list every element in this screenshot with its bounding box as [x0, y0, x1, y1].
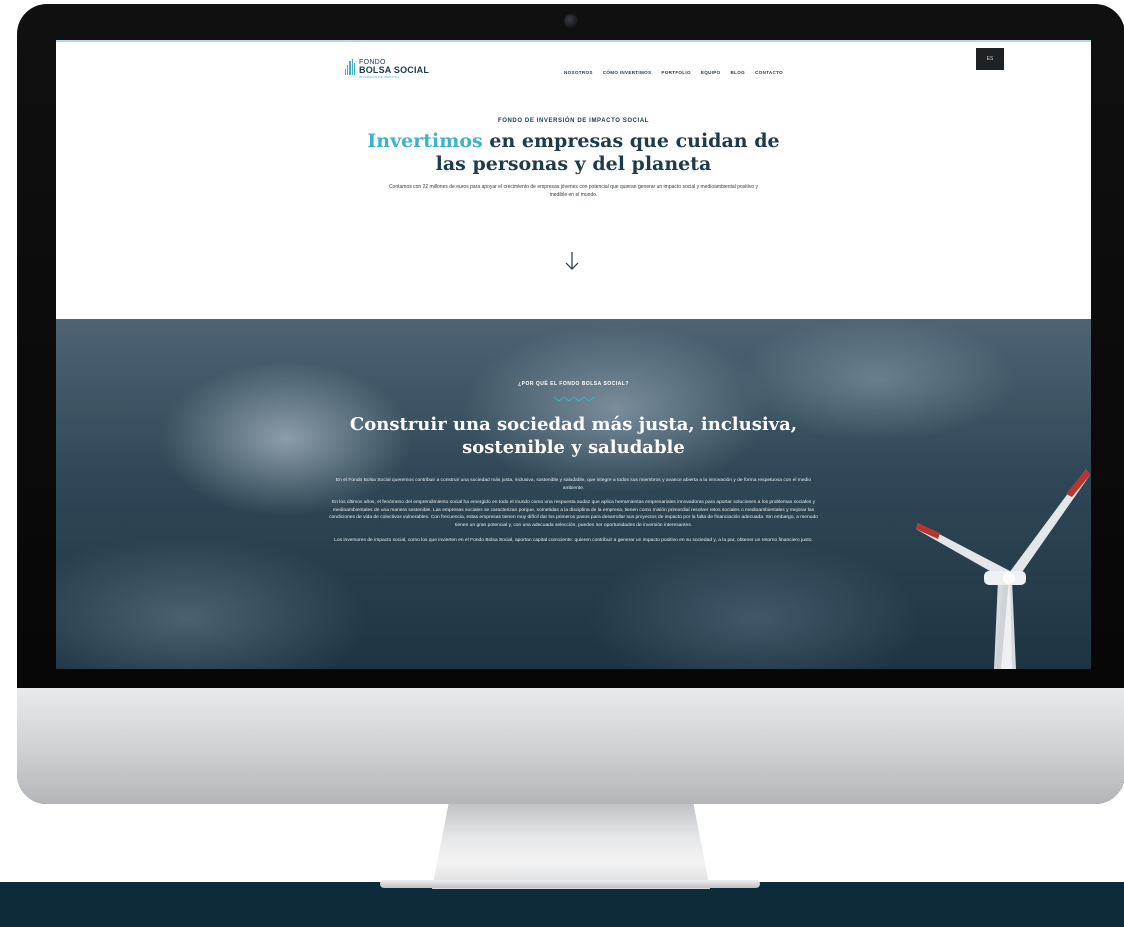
- why-title-line1: Construir una sociedad más justa, inclus…: [349, 414, 798, 435]
- logo-line2: BOLSA SOCIAL: [359, 65, 430, 75]
- monitor-stand: [432, 803, 710, 889]
- nav-item-blog[interactable]: BLOG: [731, 70, 745, 75]
- website-screen: FONDO BOLSA SOCIAL INVERSIÓN DE IMPACTO …: [56, 40, 1091, 669]
- nav-item-nosotros[interactable]: NOSOTROS: [564, 70, 593, 75]
- monitor-stand-base: [380, 880, 760, 888]
- device-mockup: FONDO BOLSA SOCIAL INVERSIÓN DE IMPACTO …: [0, 0, 1124, 927]
- why-title-line2: sostenible y saludable: [462, 437, 685, 458]
- why-section: ¿POR QUÉ EL FONDO BOLSA SOCIAL? Construi…: [56, 319, 1091, 669]
- nav-item-contacto[interactable]: CONTACTO: [755, 70, 783, 75]
- why-title: Construir una sociedad más justa, inclus…: [56, 413, 1091, 459]
- hero-section: FONDO DE INVERSIÓN DE IMPACTO SOCIAL Inv…: [56, 118, 1091, 199]
- why-paragraph: En el Fondo Bolsa Social queremos contri…: [335, 478, 812, 491]
- arrow-down-icon[interactable]: [564, 250, 580, 272]
- hero-title-accent: Invertimos: [367, 130, 483, 152]
- monitor-bezel: FONDO BOLSA SOCIAL INVERSIÓN DE IMPACTO …: [17, 4, 1124, 804]
- language-switcher[interactable]: ES: [976, 48, 1004, 70]
- logo-tagline: INVERSIÓN DE IMPACTO: [359, 75, 399, 79]
- camera-icon: [564, 14, 578, 28]
- why-paragraph: Los inversores de impacto social, como l…: [334, 537, 813, 543]
- hero-title-line2: las personas y del planeta: [435, 153, 712, 175]
- nav-item-portfolio[interactable]: PORTFOLIO: [661, 70, 691, 75]
- hero-title-line1: en empresas que cuidan de: [482, 130, 780, 152]
- nav-item-equipo[interactable]: EQUIPO: [701, 70, 721, 75]
- hero-lead: Contamos con 22 millones de euros para a…: [388, 184, 759, 198]
- logo-bars-icon: [345, 59, 356, 75]
- hero-title: Invertimos en empresas que cuidan de las…: [56, 130, 1091, 176]
- hero-eyebrow: FONDO DE INVERSIÓN DE IMPACTO SOCIAL: [497, 118, 650, 124]
- main-nav: NOSOTROS CÓMO INVERTIMOS PORTFOLIO EQUIP…: [564, 70, 783, 75]
- why-eyebrow: ¿POR QUÉ EL FONDO BOLSA SOCIAL?: [518, 381, 629, 387]
- top-accent-line: [56, 40, 1091, 42]
- wave-divider-icon: [553, 396, 594, 402]
- site-logo[interactable]: FONDO BOLSA SOCIAL INVERSIÓN DE IMPACTO: [345, 59, 429, 79]
- why-paragraph: En los últimos años, el fenómeno del emp…: [329, 500, 818, 528]
- monitor-chin: [17, 688, 1124, 804]
- nav-item-como-invertimos[interactable]: CÓMO INVERTIMOS: [603, 70, 652, 75]
